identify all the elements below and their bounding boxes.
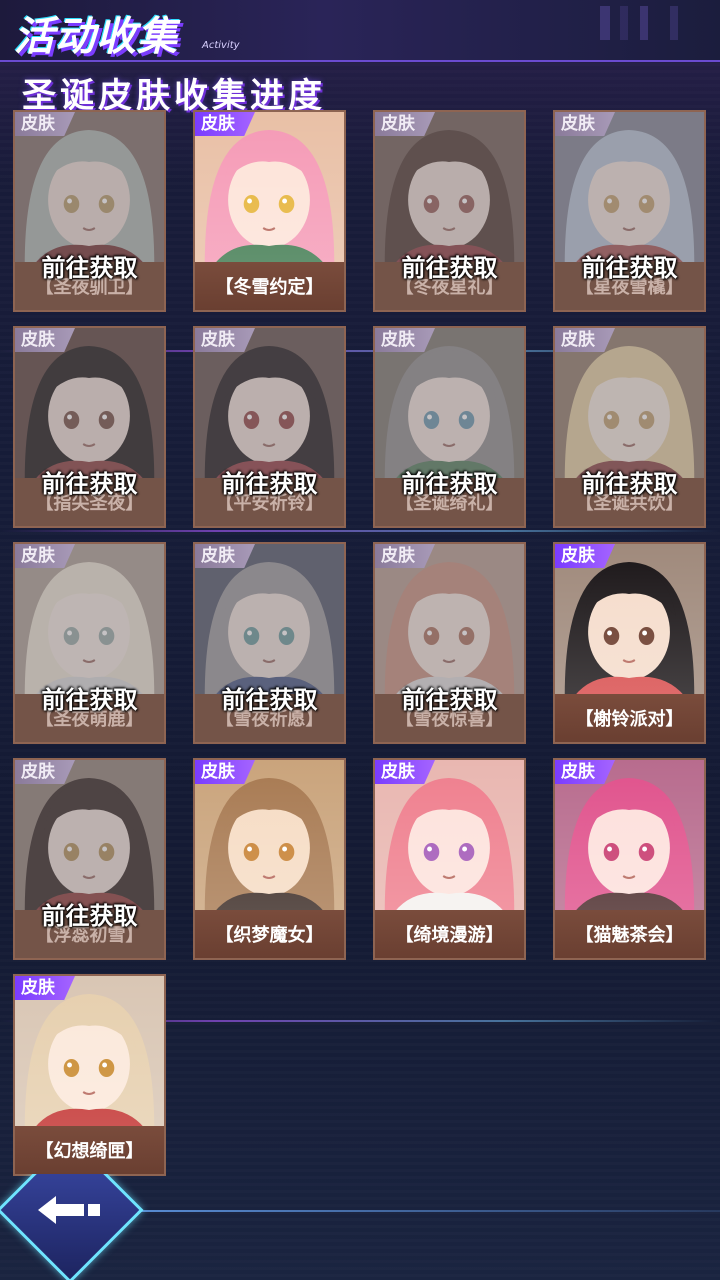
goto-obtain-button[interactable]: 前往获取 — [555, 248, 704, 283]
skin-name: 【冬雪约定】 — [195, 262, 344, 310]
page-title-en: Activity — [202, 40, 240, 51]
skin-name: 【幻想绮匣】 — [15, 1126, 164, 1174]
skin-card[interactable]: 皮肤 【幻想绮匣】 — [13, 974, 166, 1176]
goto-obtain-button[interactable]: 前往获取 — [15, 896, 164, 931]
skin-card[interactable]: 皮肤 前往获取 【圣夜萌鹿】 — [13, 542, 166, 744]
goto-obtain-button[interactable]: 前往获取 — [15, 680, 164, 715]
skin-card[interactable]: 皮肤 前往获取 【浮蕊初雪】 — [13, 758, 166, 960]
top-bar: 活动收集 Activity — [0, 0, 720, 62]
skin-name: 【绮境漫游】 — [375, 910, 524, 958]
skin-card[interactable]: 皮肤 前往获取 【雪夜惊喜】 — [373, 542, 526, 744]
skin-card[interactable]: 皮肤 【冬雪约定】 — [193, 110, 346, 312]
goto-obtain-button[interactable]: 前往获取 — [15, 248, 164, 283]
goto-obtain-button[interactable]: 前往获取 — [15, 464, 164, 499]
skin-card[interactable]: 皮肤 【绮境漫游】 — [373, 758, 526, 960]
goto-obtain-button[interactable]: 前往获取 — [375, 464, 524, 499]
skin-card[interactable]: 皮肤 前往获取 【圣诞绮礼】 — [373, 326, 526, 528]
skin-card[interactable]: 皮肤 前往获取 【星夜雪橇】 — [553, 110, 706, 312]
light-streak — [0, 530, 720, 532]
skin-card[interactable]: 皮肤 【榭铃派对】 — [553, 542, 706, 744]
skin-name: 【榭铃派对】 — [555, 694, 704, 742]
goto-obtain-button[interactable]: 前往获取 — [555, 464, 704, 499]
skin-card[interactable]: 皮肤 【猫魅茶会】 — [553, 758, 706, 960]
skin-card[interactable]: 皮肤 前往获取 【指尖圣夜】 — [13, 326, 166, 528]
skin-card[interactable]: 皮肤 前往获取 【平安祈铃】 — [193, 326, 346, 528]
skin-card[interactable]: 皮肤 前往获取 【圣诞共饮】 — [553, 326, 706, 528]
skin-name: 【猫魅茶会】 — [555, 910, 704, 958]
skin-name: 【织梦魔女】 — [195, 910, 344, 958]
footer-divider — [110, 1210, 720, 1212]
page-title: 活动收集 — [14, 14, 178, 60]
skin-card[interactable]: 皮肤 前往获取 【冬夜星礼】 — [373, 110, 526, 312]
back-arrow-icon[interactable] — [36, 1192, 106, 1228]
goto-obtain-button[interactable]: 前往获取 — [195, 464, 344, 499]
pixel-decoration — [600, 6, 710, 40]
skin-card[interactable]: 皮肤 【织梦魔女】 — [193, 758, 346, 960]
skin-card[interactable]: 皮肤 前往获取 【雪夜祈愿】 — [193, 542, 346, 744]
skin-card[interactable]: 皮肤 前往获取 【圣夜驯卫】 — [13, 110, 166, 312]
goto-obtain-button[interactable]: 前往获取 — [195, 680, 344, 715]
goto-obtain-button[interactable]: 前往获取 — [375, 680, 524, 715]
goto-obtain-button[interactable]: 前往获取 — [375, 248, 524, 283]
